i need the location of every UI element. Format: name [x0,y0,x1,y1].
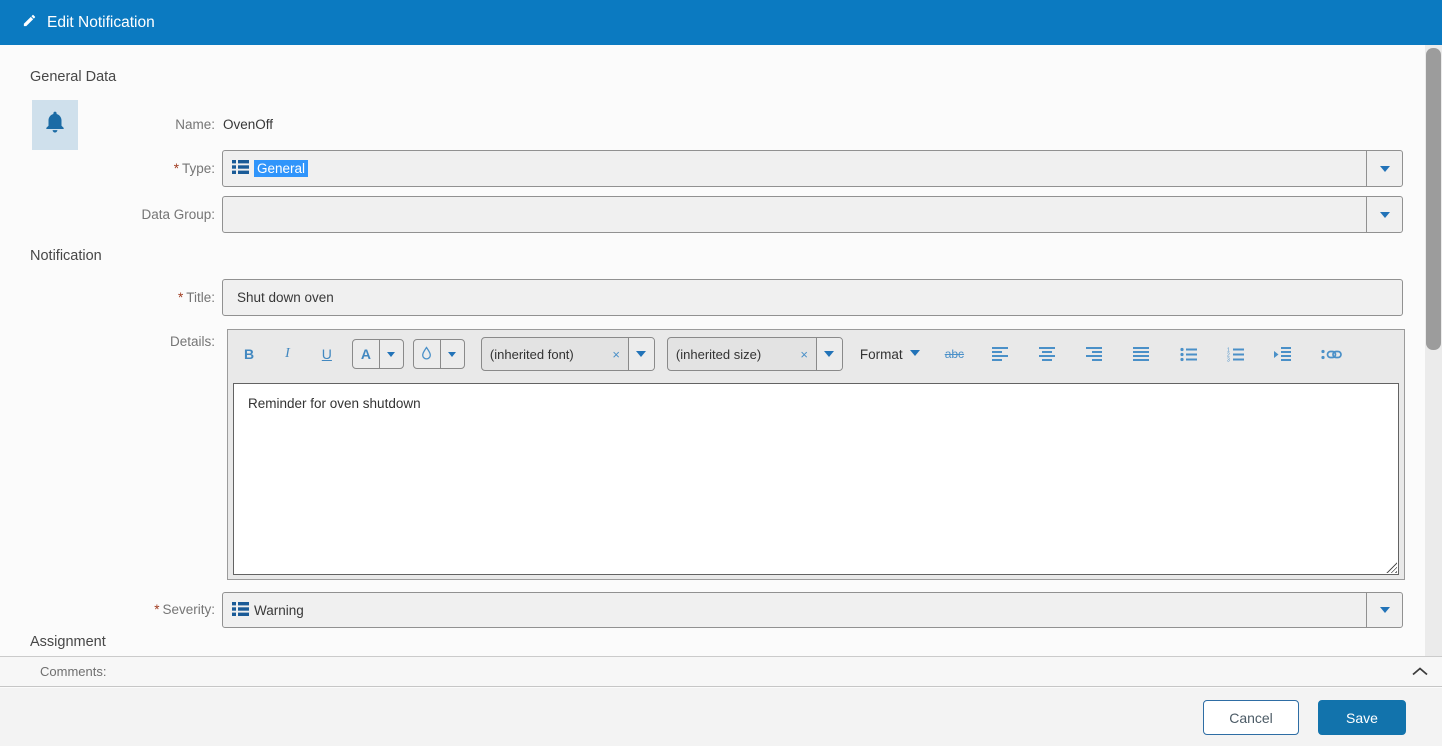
details-text-area[interactable]: Reminder for oven shutdown [233,383,1399,575]
dialog-footer: Cancel Save [0,688,1442,746]
details-label: Details: [169,334,215,349]
type-combobox[interactable]: General [222,150,1403,187]
title-value: Shut down oven [237,290,334,305]
font-color-dropdown-button[interactable] [378,340,403,368]
type-dropdown-button[interactable] [1366,151,1402,186]
strikethrough-icon[interactable]: abc [945,347,964,361]
save-button[interactable]: Save [1318,700,1406,735]
dropdown-arrow-icon [1379,165,1390,172]
font-family-combobox: (inherited font) × [480,337,655,371]
severity-label: * Severity: [154,602,215,617]
bold-button[interactable]: B [244,346,254,362]
chevron-up-icon[interactable] [1411,664,1429,682]
list-icon [232,160,249,177]
name-label: Name: [175,117,215,132]
dialog-header: Edit Notification [0,0,1442,45]
comments-panel-header[interactable]: Comments: [0,656,1442,687]
data-group-label: Data Group: [141,207,215,222]
dialog-title: Edit Notification [47,13,155,31]
dropdown-arrow-icon [1379,607,1390,613]
dropdown-arrow-icon [824,351,835,357]
editor-toolbar: B I U A (inherited font) × (inherited si… [228,330,1404,378]
severity-selected-value: Warning [254,602,304,618]
svg-text:3: 3 [1227,357,1230,362]
type-label: * Type: [173,161,215,176]
edit-notification-dialog: Edit Notification General Data Name: Ove… [0,0,1442,746]
cancel-button[interactable]: Cancel [1203,700,1299,735]
section-heading-assignment: Assignment [30,634,106,650]
required-mark: * [177,290,184,305]
severity-dropdown-button[interactable] [1366,593,1402,627]
align-right-icon[interactable] [1086,346,1104,362]
align-center-icon[interactable] [1039,346,1057,362]
font-size-value[interactable]: (inherited size) [668,347,798,362]
dropdown-arrow-icon [909,349,920,356]
scrollbar-track[interactable] [1425,45,1442,656]
dropdown-arrow-icon [1379,211,1390,218]
font-size-combobox: (inherited size) × [666,337,843,371]
comments-label: Comments: [40,664,107,679]
format-dropdown-button[interactable]: Format [860,347,920,362]
clear-x-icon[interactable]: × [610,347,628,362]
pencil-icon [22,13,37,33]
italic-button[interactable]: I [285,346,290,362]
type-selected-value: General [254,160,309,177]
scrollbar-thumb[interactable] [1426,48,1441,350]
highlight-dropdown-button[interactable] [439,340,464,368]
underline-button[interactable]: U [322,346,332,362]
dropdown-arrow-icon [448,351,457,357]
bullet-list-icon[interactable] [1180,347,1198,362]
data-group-dropdown-button[interactable] [1366,197,1402,232]
required-mark: * [173,161,179,176]
details-rich-text-editor: B I U A (inherited font) × (inherited si… [227,329,1405,580]
numbered-list-icon[interactable]: 123 [1227,347,1245,362]
font-family-value[interactable]: (inherited font) [482,347,610,362]
font-family-dropdown-button[interactable] [627,338,654,370]
section-heading-notification: Notification [30,248,102,264]
highlight-droplet-icon[interactable] [414,340,440,368]
format-label: Format [859,346,903,362]
font-color-icon[interactable]: A [353,340,379,368]
dropdown-arrow-icon [636,351,647,357]
title-label: * Title: [177,290,215,305]
indent-icon[interactable] [1274,346,1292,362]
required-mark: * [154,602,160,617]
resize-grip[interactable] [1386,562,1397,573]
justify-icon[interactable] [1133,346,1151,362]
clear-x-icon[interactable]: × [798,347,816,362]
section-heading-general-data: General Data [30,69,117,85]
font-color-control: A [351,339,404,369]
data-group-combobox[interactable] [222,196,1403,233]
link-icon[interactable] [1321,347,1343,362]
severity-combobox[interactable]: Warning [222,592,1403,628]
name-value: OvenOff [223,117,274,132]
dropdown-arrow-icon [387,351,396,357]
list-icon [232,601,249,619]
title-input[interactable]: Shut down oven [222,279,1403,316]
align-left-icon[interactable] [992,346,1010,362]
highlight-color-control [412,339,465,369]
details-text: Reminder for oven shutdown [248,396,421,411]
font-size-dropdown-button[interactable] [815,338,842,370]
